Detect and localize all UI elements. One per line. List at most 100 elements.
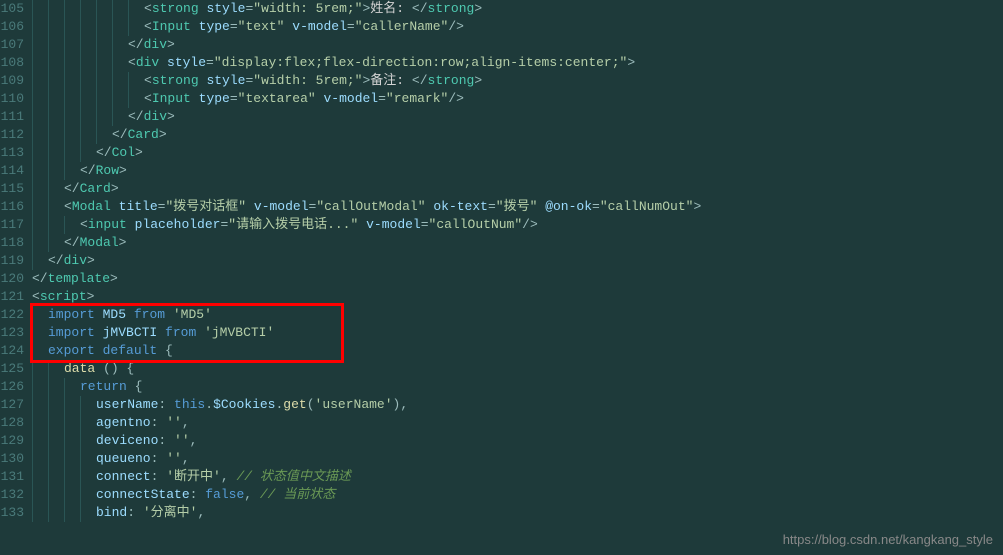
token [157,325,165,340]
indent-guide [96,72,112,90]
code-line[interactable]: <Modal title="拨号对话框" v-model="callOutMod… [32,198,1003,216]
token: : [151,415,167,430]
token: queueno [96,451,151,466]
token: , [182,415,190,430]
token [165,307,173,322]
token: userName [96,397,158,412]
indent-guide [32,180,48,198]
indent-guide [32,486,48,504]
indent-guide [32,378,48,396]
line-number: 110 [0,90,24,108]
token: . [205,397,213,412]
code-line[interactable]: <Input type="text" v-model="callerName"/… [32,18,1003,36]
token: strong [152,1,199,16]
code-line[interactable]: deviceno: '', [32,432,1003,450]
code-line[interactable]: userName: this.$Cookies.get('userName'), [32,396,1003,414]
code-line[interactable]: </div> [32,36,1003,54]
indent-guide [96,126,112,144]
code-line[interactable]: <script> [32,288,1003,306]
token: > [110,271,118,286]
token: > [119,163,127,178]
token: { [157,343,173,358]
token: from [165,325,196,340]
code-line[interactable]: import MD5 from 'MD5' [32,306,1003,324]
token: import [48,325,95,340]
code-line[interactable]: </div> [32,108,1003,126]
code-line[interactable]: </template> [32,270,1003,288]
token: type [199,19,230,34]
code-line[interactable]: connect: '断开中', // 状态值中文描述 [32,468,1003,486]
code-line[interactable]: <input placeholder="请输入拨号电话..." v-model=… [32,216,1003,234]
indent-guide [80,432,96,450]
indent-guide [32,324,48,342]
code-line[interactable]: bind: '分离中', [32,504,1003,522]
token: 姓名: [370,1,412,16]
code-line[interactable]: <strong style="width: 5rem;">备注: </stron… [32,72,1003,90]
line-number: 125 [0,360,24,378]
code-line[interactable]: <Input type="textarea" v-model="remark"/… [32,90,1003,108]
token: // 状态值中文描述 [236,469,350,484]
code-editor[interactable]: 1051061071081091101111121131141151161171… [0,0,1003,555]
code-line[interactable]: connectState: false, // 当前状态 [32,486,1003,504]
token: = [488,199,496,214]
indent-guide [32,252,48,270]
token: = [592,199,600,214]
code-area[interactable]: <strong style="width: 5rem;">姓名: </stron… [32,0,1003,555]
code-line[interactable]: import jMVBCTI from 'jMVBCTI' [32,324,1003,342]
indent-guide [80,396,96,414]
code-line[interactable]: <div style="display:flex;flex-direction:… [32,54,1003,72]
code-line[interactable]: return { [32,378,1003,396]
code-line[interactable]: </Card> [32,126,1003,144]
code-line[interactable]: data () { [32,360,1003,378]
code-line[interactable]: </Row> [32,162,1003,180]
token [95,343,103,358]
code-line[interactable]: </Card> [32,180,1003,198]
token: > [87,289,95,304]
token: "width: 5rem;" [253,73,362,88]
indent-guide [64,162,80,180]
token: MD5 [103,307,126,322]
token: /> [448,19,464,34]
indent-guide [48,108,64,126]
indent-guide [64,504,80,522]
token: = [230,91,238,106]
token: '' [174,433,190,448]
indent-guide [32,144,48,162]
indent-guide [80,54,96,72]
token: "text" [238,19,285,34]
indent-guide [64,486,80,504]
indent-guide [32,414,48,432]
indent-guide [80,414,96,432]
indent-guide [80,486,96,504]
code-line[interactable]: export default { [32,342,1003,360]
indent-guide [112,18,128,36]
indent-guide [32,450,48,468]
token: Input [152,91,191,106]
token: "remark" [386,91,448,106]
line-number: 107 [0,36,24,54]
line-number: 133 [0,504,24,522]
code-line[interactable]: <strong style="width: 5rem;">姓名: </stron… [32,0,1003,18]
line-number: 128 [0,414,24,432]
token [191,91,199,106]
token: 'jMVBCTI' [204,325,274,340]
indent-guide [48,486,64,504]
token: </ [412,1,428,16]
code-line[interactable]: </Col> [32,144,1003,162]
indent-guide [48,216,64,234]
token: deviceno [96,433,158,448]
token: /> [522,217,538,232]
line-number: 117 [0,216,24,234]
code-line[interactable]: </Modal> [32,234,1003,252]
line-number: 112 [0,126,24,144]
token: template [48,271,110,286]
token: return [80,379,127,394]
indent-guide [64,450,80,468]
code-line[interactable]: queueno: '', [32,450,1003,468]
code-line[interactable]: agentno: '', [32,414,1003,432]
code-line[interactable]: </div> [32,252,1003,270]
indent-guide [32,342,48,360]
token: jMVBCTI [103,325,158,340]
token: = [378,91,386,106]
token: Card [80,181,111,196]
